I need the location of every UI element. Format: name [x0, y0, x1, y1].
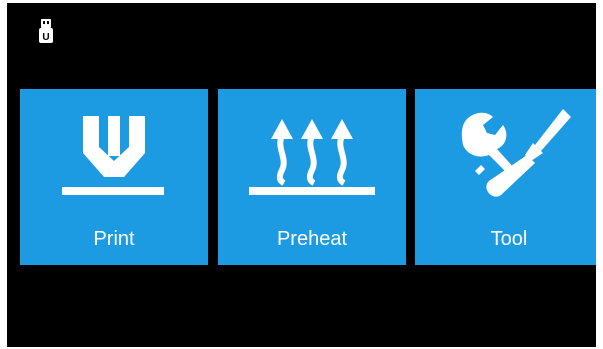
- tool-label: Tool: [490, 228, 528, 250]
- nozzle-bed-icon: [62, 116, 164, 195]
- preheat-label: Preheat: [276, 228, 348, 250]
- tool-button[interactable]: Tool: [415, 89, 596, 265]
- usb-drive-letter: U: [42, 32, 49, 43]
- wrench-screwdriver-icon: [461, 109, 571, 197]
- heat-waves-icon: [249, 119, 375, 195]
- printer-screen: U Print Preheat Tool: [7, 3, 596, 347]
- print-button[interactable]: Print: [20, 89, 208, 265]
- print-label: Print: [93, 228, 135, 250]
- preheat-button[interactable]: Preheat: [218, 89, 406, 265]
- usb-drive-icon: U: [39, 19, 53, 43]
